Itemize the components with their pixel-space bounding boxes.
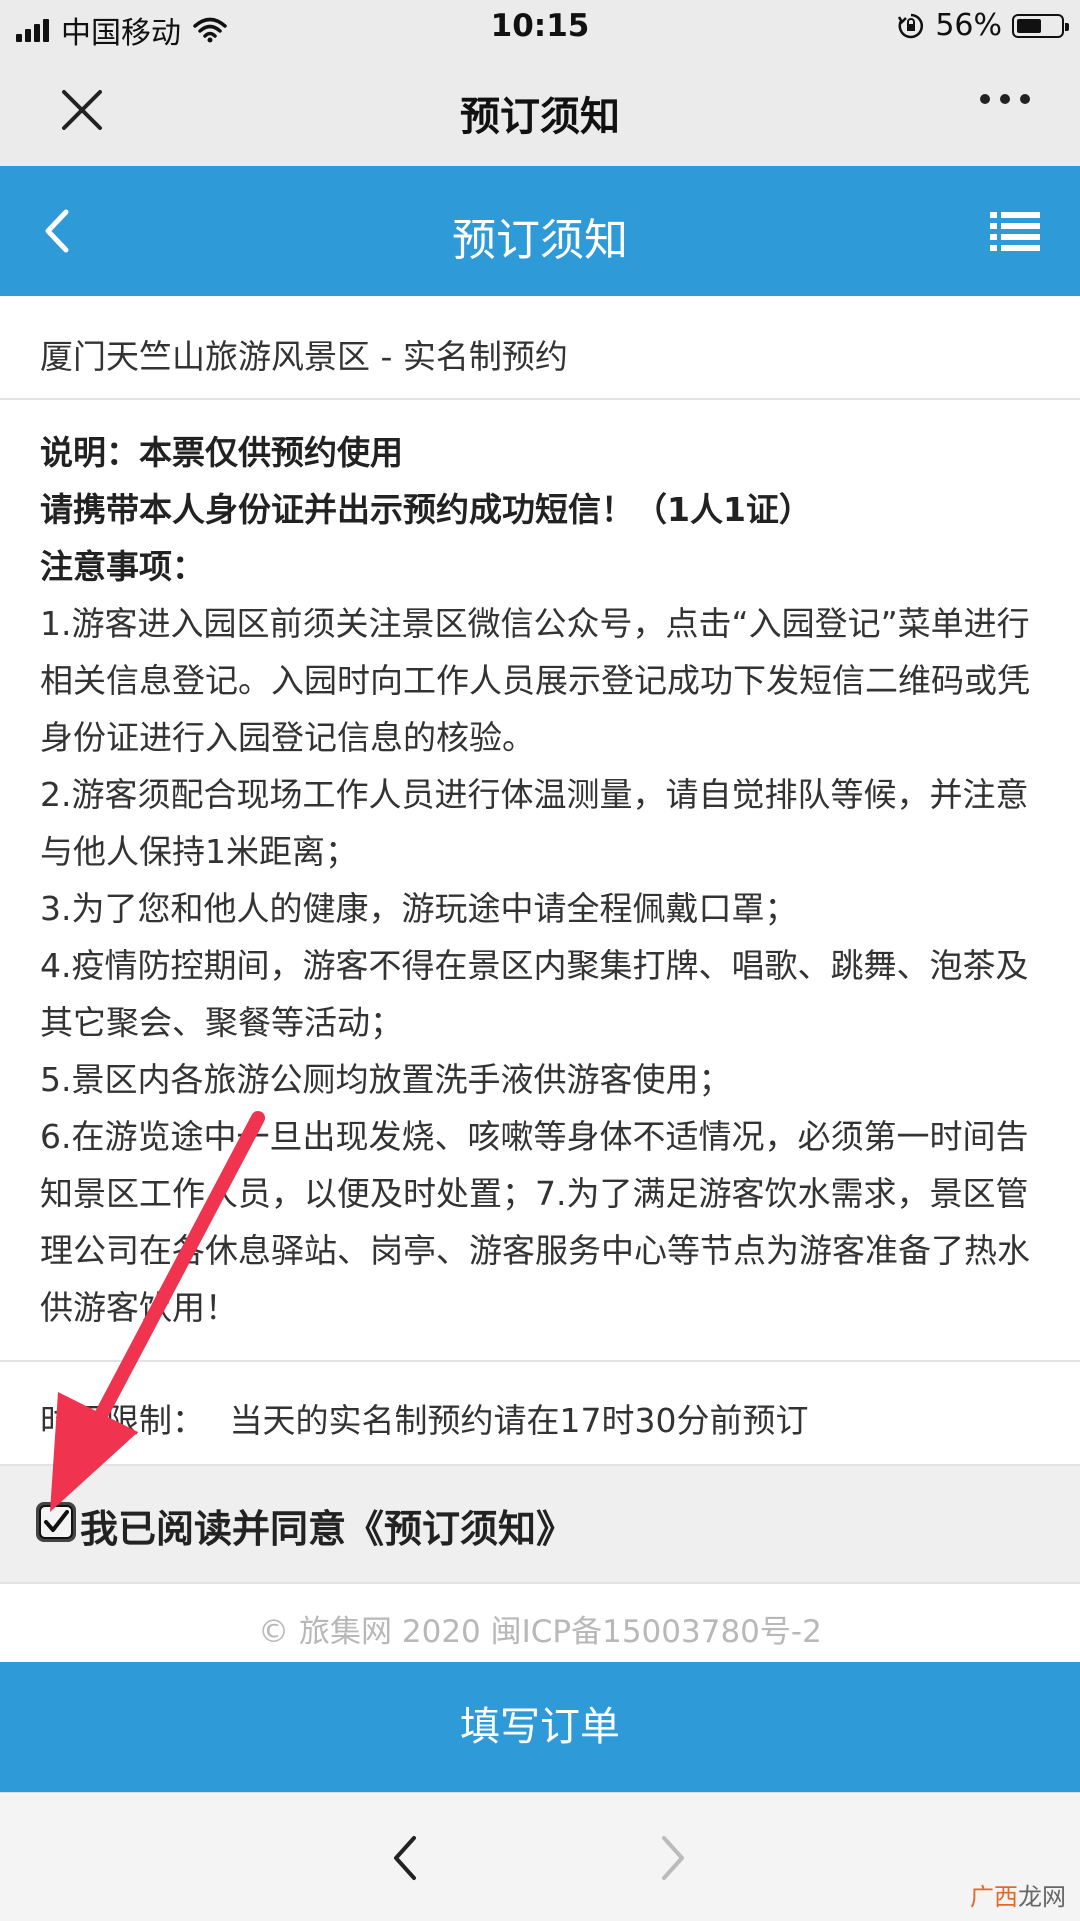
notice-item: 6.在游览途中一旦出现发烧、咳嗽等身体不适情况，必须第一时间告知景区工作人员，以… [40,1117,1030,1327]
notice-item: 4.疫情防控期间，游客不得在景区内聚集打牌、唱歌、跳舞、泡茶及其它聚会、聚餐等活… [40,946,1029,1042]
chevron-right-icon[interactable] [658,1833,688,1883]
fill-order-button[interactable]: 填写订单 [0,1662,1080,1792]
notice-item: 5.景区内各旅游公厕均放置洗手液供游客使用； [40,1060,732,1099]
webview-header: 预订须知 [0,56,1080,167]
notice-section: 说明：本票仅供预约使用 请携带本人身份证并出示预约成功短信！（1人1证） 注意事… [40,424,1050,1336]
watermark-accent: 广西 [970,1883,1018,1911]
notice-item: 1.游客进入园区前须关注景区微信公众号，点击“入园登记”菜单进行相关信息登记。入… [40,604,1030,757]
copyright-footer: © 旅集网 2020 闽ICP备15003780号-2 [258,1614,822,1650]
notice-line: 请携带本人身份证并出示预约成功短信！（1人1证） [40,490,812,529]
venue-title: 厦门天竺山旅游风景区 - 实名制预约 [0,296,1080,400]
battery-percent: 56% [935,8,1002,43]
status-bar: 中国移动 10:15 56% [0,0,1080,56]
agree-checkbox[interactable] [36,1502,76,1542]
battery-fill [1017,18,1041,33]
notice-item: 2.游客须配合现场工作人员进行体温测量，请自觉排队等候，并注意与他人保持1米距离… [40,775,1029,871]
page-title: 预订须知 [452,215,628,266]
time-limit-row: 时间限制： 当天的实名制预约请在17时30分前预订 [0,1360,1080,1464]
chevron-left-icon[interactable] [390,1833,420,1883]
watermark-rest: 龙网 [1018,1883,1066,1911]
list-icon[interactable] [990,210,1040,252]
time-limit-value: 当天的实名制预约请在17时30分前预订 [229,1401,809,1440]
time-limit-label: 时间限制： [40,1401,205,1440]
notice-line: 注意事项： [40,547,205,586]
checkmark-icon [39,1505,73,1539]
agreement-label[interactable]: 我已阅读并同意《预订须知》 [80,1498,574,1553]
status-right: 56% [897,8,1069,43]
rotation-lock-icon [898,13,924,38]
battery-icon [1012,13,1069,38]
app-header: 预订须知 [0,166,1080,296]
more-dots-icon[interactable] [980,94,1030,104]
browser-nav-bar [0,1792,1080,1921]
notice-item: 3.为了您和他人的健康，游玩途中请全程佩戴口罩； [40,889,798,928]
watermark: 广西龙网 [970,1877,1066,1912]
agreement-row[interactable]: 我已阅读并同意《预订须知》 [0,1464,1080,1584]
webview-title: 预订须知 [460,94,620,140]
notice-line: 说明：本票仅供预约使用 [40,433,403,472]
